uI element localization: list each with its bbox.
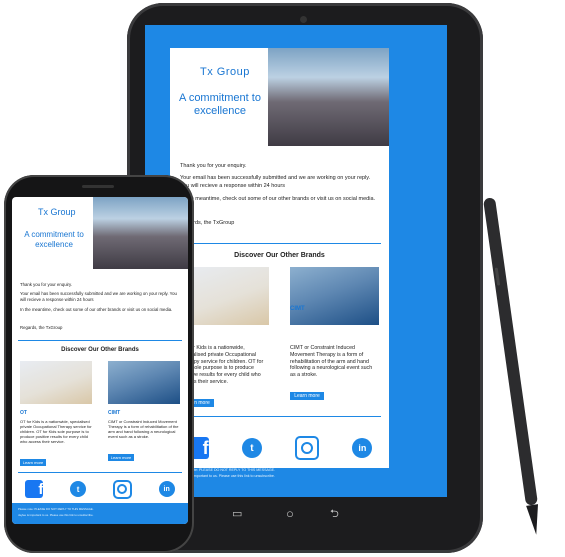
hero-photo [93,197,188,269]
message: Your email has been successfully submitt… [20,291,177,302]
meantime-text: In the meantime, check out some of our o… [20,307,173,312]
phone-email: Tx Group A commitment to excellence Than… [12,197,188,524]
instagram-icon[interactable] [112,479,132,499]
brand-name: Tx Group [200,66,250,78]
facebook-icon[interactable]: f [25,480,44,498]
linkedin-icon[interactable]: in [352,438,373,458]
home-button[interactable]: ○ [286,507,294,520]
signoff: Regards, the TxGroup [20,325,63,330]
meantime-text: In the meantime, check out some of our o… [180,196,376,202]
footer-unsubscribe[interactable]: Jaylee is important to us. Please use th… [18,513,182,517]
greeting: Thank you for your enquiry. [180,163,247,169]
footer-note: Please note: PLEASE DO NOT REPLY TO THIS… [18,507,94,511]
brand-desc-cimt: CIMT or Constraint Induced Movement Ther… [108,419,179,439]
tablet-social-row: f t in [170,428,389,468]
phone-footer: Please note: PLEASE DO NOT REPLY TO THIS… [12,503,188,524]
footer-unsubscribe[interactable]: Jaylee is important to us. Please use th… [178,474,383,478]
message: Your email has been successfully submitt… [180,175,371,189]
brand-photo-cimt [108,361,180,404]
brand-desc-ot: OT for Kids is a nationwide, specialised… [20,419,92,444]
learn-more-button-cimt[interactable]: Learn more [108,454,134,461]
linkedin-icon[interactable]: in [158,481,175,497]
brand-name-cimt[interactable]: CIMT [290,306,305,312]
brand-desc-cimt: CIMT or Constraint Induced Movement Ther… [290,345,373,379]
learn-more-button-cimt[interactable]: Learn more [290,392,324,400]
divider [18,340,182,341]
learn-more-button-ot[interactable]: Learn more [20,459,46,466]
divider [178,243,381,244]
divider [18,472,182,473]
greeting: Thank you for your enquiry. [20,282,72,287]
stylus-pen [483,197,539,535]
back-button[interactable]: ⮌ [330,509,339,520]
twitter-icon[interactable]: t [70,481,87,497]
tagline: A commitment to excellence [179,92,261,117]
brand-name: Tx Group [38,207,76,217]
brand-name-cimt[interactable]: CIMT [108,410,120,416]
divider [178,416,381,417]
brand-photo-ot [20,361,92,404]
twitter-icon[interactable]: t [241,438,262,458]
section-title: Discover Our Other Brands [61,347,139,353]
recent-apps-button[interactable]: ▭ [232,509,242,520]
tablet-email: Tx Group A commitment to excellence Than… [170,48,389,428]
instagram-icon[interactable] [295,436,320,460]
section-title: Discover Our Other Brands [234,252,325,259]
camera-icon [300,16,307,23]
phone-social-row: f t in [12,478,188,500]
brand-name-ot[interactable]: OT [20,410,27,416]
brand-photo-cimt [290,267,379,325]
hero-photo [268,48,389,146]
phone-speaker [82,185,114,188]
footer-note: Please note: PLEASE DO NOT REPLY TO THIS… [178,468,276,472]
tagline: A commitment to excellence [24,230,84,249]
